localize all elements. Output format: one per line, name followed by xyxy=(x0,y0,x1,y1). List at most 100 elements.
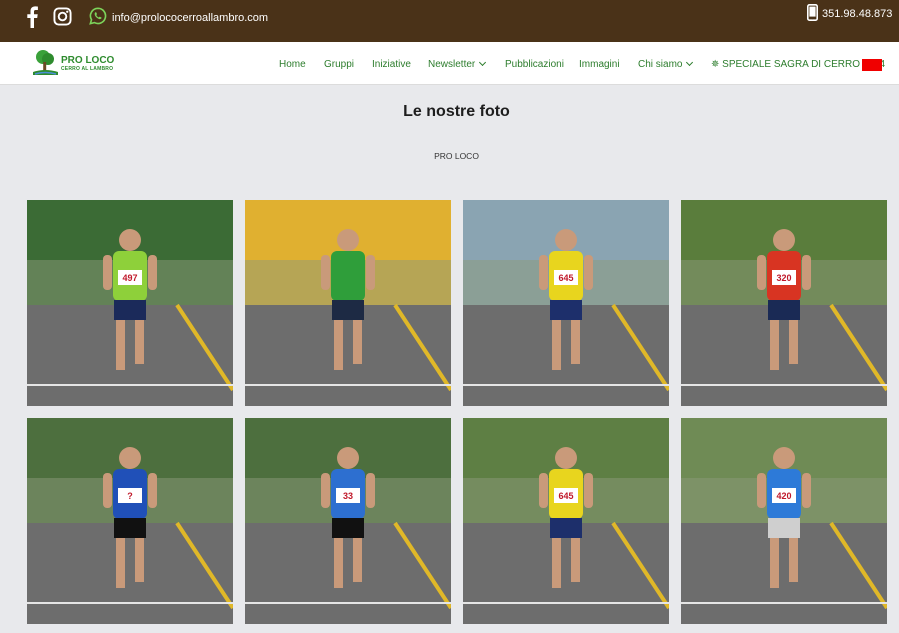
runner-shorts xyxy=(114,300,146,320)
race-bib-number: 320 xyxy=(776,273,791,283)
nav-item-gruppi[interactable]: Gruppi xyxy=(324,59,354,70)
page-subtitle: PRO LOCO xyxy=(434,151,479,161)
runner-leg xyxy=(135,320,144,364)
gallery-photo[interactable]: 645 xyxy=(463,418,669,624)
gallery-photo[interactable]: 497 xyxy=(27,200,233,406)
runner-leg xyxy=(789,538,798,582)
runner-shorts xyxy=(550,518,582,538)
photo-road xyxy=(245,523,451,624)
nav-item-chi-siamo[interactable]: Chi siamo xyxy=(638,58,694,70)
runner-arm xyxy=(584,473,593,508)
runner-arm xyxy=(584,255,593,290)
page-title: Le nostre foto xyxy=(403,103,510,120)
flag-badge xyxy=(862,59,882,71)
nav-item-chi-siamo-label: Chi siamo xyxy=(638,59,683,70)
runner-leg xyxy=(571,538,580,582)
runner-arm xyxy=(366,473,375,508)
runner-leg xyxy=(552,538,561,588)
photo-image: 497 xyxy=(27,200,233,406)
runner-shorts xyxy=(550,300,582,320)
runner-leg xyxy=(334,538,343,588)
nav-item-home[interactable]: Home xyxy=(279,59,306,70)
phone-number[interactable]: 351.98.48.873 xyxy=(822,8,892,20)
runner-head xyxy=(337,447,359,469)
runner-leg xyxy=(789,320,798,364)
brand-subname: CERRO AL LAMBRO xyxy=(61,66,114,72)
photo-image xyxy=(245,200,451,406)
runner-head xyxy=(555,447,577,469)
runner-arm xyxy=(321,473,330,508)
race-bib-number: 420 xyxy=(776,491,791,501)
nav-item-iniziative[interactable]: Iniziative xyxy=(372,59,411,70)
top-bar: info@prolococerroallambro.com 351.98.48.… xyxy=(0,0,899,42)
runner-arm xyxy=(539,473,548,508)
runner-leg xyxy=(334,320,343,370)
tree-logo-icon xyxy=(33,50,58,75)
photo-image: 33 xyxy=(245,418,451,624)
photo-image: 645 xyxy=(463,200,669,406)
photo-road xyxy=(463,305,669,406)
main-navigation: PRO LOCO CERRO AL LAMBRO Home Gruppi Ini… xyxy=(0,42,899,85)
chevron-down-icon xyxy=(686,58,694,67)
photo-road xyxy=(27,305,233,406)
runner-arm xyxy=(366,255,375,290)
gallery-photo[interactable]: 420 xyxy=(681,418,887,624)
photo-road xyxy=(681,523,887,624)
runner-arm xyxy=(148,473,157,508)
chevron-down-icon xyxy=(479,58,487,67)
runner-arm xyxy=(103,255,112,290)
gallery-photo[interactable]: ? xyxy=(27,418,233,624)
photo-image: ? xyxy=(27,418,233,624)
whatsapp-icon[interactable] xyxy=(89,7,107,25)
race-bib-number: ? xyxy=(127,491,133,501)
gallery-photo[interactable]: 33 xyxy=(245,418,451,624)
runner-arm xyxy=(321,255,330,290)
nav-item-speciale-sagra[interactable]: ✵ SPECIALE SAGRA DI CERRO 2024 xyxy=(711,59,885,70)
runner-leg xyxy=(116,538,125,588)
runner-leg xyxy=(135,538,144,582)
runner-leg xyxy=(770,320,779,370)
runner-shorts xyxy=(768,518,800,538)
runner-head xyxy=(555,229,577,251)
runner-leg xyxy=(552,320,561,370)
runner-arm xyxy=(757,255,766,290)
photo-image: 420 xyxy=(681,418,887,624)
runner-shorts xyxy=(332,518,364,538)
nav-item-pubblicazioni[interactable]: Pubblicazioni xyxy=(505,59,564,70)
photo-road xyxy=(245,305,451,406)
gallery-photo[interactable]: 320 xyxy=(681,200,887,406)
photo-road xyxy=(463,523,669,624)
runner-head xyxy=(773,229,795,251)
race-bib-number: 33 xyxy=(343,491,353,501)
instagram-icon[interactable] xyxy=(53,7,72,26)
photo-image: 645 xyxy=(463,418,669,624)
race-bib-number: 645 xyxy=(558,273,573,283)
photo-road xyxy=(27,523,233,624)
runner-shorts xyxy=(114,518,146,538)
race-bib-number: 497 xyxy=(122,273,137,283)
runner-arm xyxy=(103,473,112,508)
gallery-photo[interactable]: 645 xyxy=(463,200,669,406)
brand-name: PRO LOCO xyxy=(61,55,115,66)
runner-leg xyxy=(353,320,362,364)
runner-head xyxy=(119,229,141,251)
runner-arm xyxy=(757,473,766,508)
runner-shorts xyxy=(768,300,800,320)
nav-item-immagini[interactable]: Immagini xyxy=(579,59,620,70)
gallery-photo[interactable] xyxy=(245,200,451,406)
runner-arm xyxy=(148,255,157,290)
photo-road xyxy=(681,305,887,406)
runner-leg xyxy=(116,320,125,370)
runner-head xyxy=(119,447,141,469)
photo-image: 320 xyxy=(681,200,887,406)
phone-icon xyxy=(807,4,818,21)
runner-leg xyxy=(770,538,779,588)
runner-leg xyxy=(353,538,362,582)
runner-head xyxy=(337,229,359,251)
runner-shirt xyxy=(331,251,365,301)
email-link[interactable]: info@prolococerroallambro.com xyxy=(112,12,268,24)
facebook-icon[interactable] xyxy=(25,6,39,28)
site-logo[interactable]: PRO LOCO CERRO AL LAMBRO xyxy=(31,48,121,78)
nav-item-newsletter[interactable]: Newsletter xyxy=(428,58,487,70)
runner-arm xyxy=(802,255,811,290)
